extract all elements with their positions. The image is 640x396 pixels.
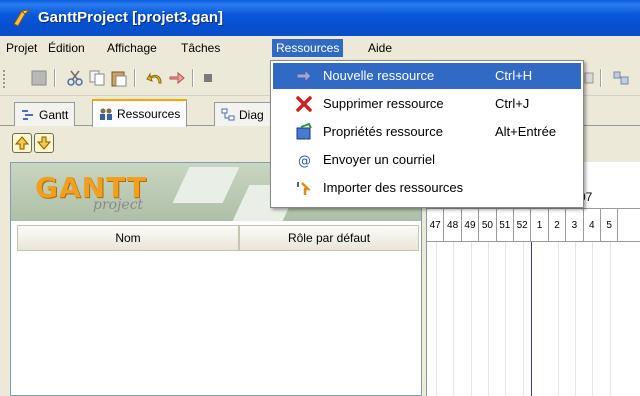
menu-item-label: Nouvelle ressource <box>323 68 435 83</box>
grid-line <box>453 242 455 396</box>
toolbar-grip[interactable] <box>3 70 7 88</box>
week-number-cell: 5 <box>601 209 619 242</box>
grid-line <box>435 242 437 396</box>
copy-icon[interactable] <box>88 69 106 87</box>
grid-line <box>609 242 611 396</box>
week-number-cell: 3 <box>566 209 584 242</box>
move-down-button[interactable] <box>34 133 54 153</box>
menu-ressources[interactable]: Ressources <box>272 39 344 57</box>
toolbar-separator <box>134 69 136 87</box>
email-icon: @ <box>298 154 311 169</box>
grid-line <box>574 242 576 396</box>
redo-icon[interactable] <box>168 69 186 87</box>
year-boundary-line <box>531 242 533 396</box>
ganttproject-logo-sub: project <box>93 197 144 213</box>
logo-decoration <box>172 167 240 203</box>
menu-edition[interactable]: Édition <box>44 39 89 57</box>
move-up-button[interactable] <box>12 133 32 153</box>
tab-diagram-label: Diag <box>239 107 264 122</box>
menu-item-label: Propriétés ressource <box>323 124 443 139</box>
menu-taches[interactable]: Tâches <box>177 39 224 57</box>
menu-item-delete-resource[interactable]: Supprimer ressource Ctrl+J <box>273 91 581 117</box>
properties-icon <box>296 123 312 140</box>
grid-line <box>557 242 559 396</box>
import-icon <box>297 182 312 195</box>
cut-icon[interactable] <box>66 69 84 87</box>
week-number-cell: 47 <box>427 209 445 242</box>
menu-item-shortcut: Ctrl+H <box>495 68 533 83</box>
delete-icon <box>296 96 312 112</box>
tab-gantt-label: Gantt <box>39 107 69 122</box>
grid-line <box>505 242 507 396</box>
column-header-name[interactable]: Nom <box>17 225 239 251</box>
week-number-cell: 2 <box>549 209 567 242</box>
menu-aide[interactable]: Aide <box>364 39 396 57</box>
grid-line <box>487 242 489 396</box>
menu-item-shortcut: Ctrl+J <box>495 96 530 111</box>
menu-item-send-email[interactable]: @ Envoyer un courriel <box>273 147 581 173</box>
toolbar-separator <box>192 69 194 87</box>
tab-resources[interactable]: Ressources <box>92 99 188 127</box>
menu-item-new-resource[interactable]: Nouvelle ressource Ctrl+H <box>273 63 581 89</box>
window-title: GanttProject [projet3.gan] <box>38 9 224 26</box>
week-numbers-row: 47 48 49 50 51 52 1 2 3 4 5 <box>427 208 640 242</box>
week-number-cell: 50 <box>479 209 497 242</box>
menu-item-shortcut: Alt+Entrée <box>495 124 557 139</box>
toolbar-button-icon[interactable] <box>612 69 630 87</box>
gantt-icon <box>22 109 33 120</box>
week-number-cell: 4 <box>584 209 601 242</box>
tab-gantt[interactable]: Gantt <box>14 102 76 126</box>
tab-resources-label: Ressources <box>117 107 181 121</box>
column-header-role[interactable]: Rôle par défaut <box>239 225 419 251</box>
resources-menu: Nouvelle ressource Ctrl+H Supprimer ress… <box>270 60 584 208</box>
menu-item-label: Envoyer un courriel <box>323 152 435 167</box>
arrow-up-icon <box>14 136 30 150</box>
menu-affichage[interactable]: Affichage <box>103 39 161 57</box>
title-bar: GanttProject [projet3.gan] <box>0 0 640 36</box>
svg-text:@: @ <box>298 154 311 169</box>
grid-line <box>522 242 524 396</box>
menu-item-import-resources[interactable]: Importer des ressources <box>273 175 581 201</box>
toolbar-button-icon[interactable] <box>202 69 220 87</box>
tab-diagram[interactable]: Diag <box>214 102 271 126</box>
arrow-down-icon <box>36 136 52 150</box>
undo-icon[interactable] <box>146 69 164 87</box>
toolbar-separator <box>600 69 602 87</box>
toolbar-separator <box>54 69 56 87</box>
grid-line <box>592 242 594 396</box>
week-number-cell: 51 <box>497 209 514 242</box>
week-number-cell: 1 <box>531 209 549 242</box>
week-number-cell: 49 <box>462 209 480 242</box>
paste-icon[interactable] <box>110 69 128 87</box>
app-icon <box>13 9 31 27</box>
new-icon[interactable] <box>30 69 48 87</box>
resources-icon <box>100 108 112 120</box>
new-resource-icon <box>296 68 312 84</box>
grid-line <box>470 242 472 396</box>
menu-projet[interactable]: Projet <box>2 39 41 57</box>
menu-item-label: Importer des ressources <box>323 180 464 195</box>
diagram-icon <box>221 108 235 120</box>
menu-item-label: Supprimer ressource <box>323 96 444 111</box>
toolbar-button-icon[interactable] <box>582 69 600 87</box>
week-number-cell: 52 <box>514 209 532 242</box>
week-number-cell: 48 <box>444 209 462 242</box>
menu-bar: Projet Édition Affichage Tâches Ressourc… <box>0 36 640 60</box>
menu-item-resource-properties[interactable]: Propriétés ressource Alt+Entrée <box>273 119 581 145</box>
